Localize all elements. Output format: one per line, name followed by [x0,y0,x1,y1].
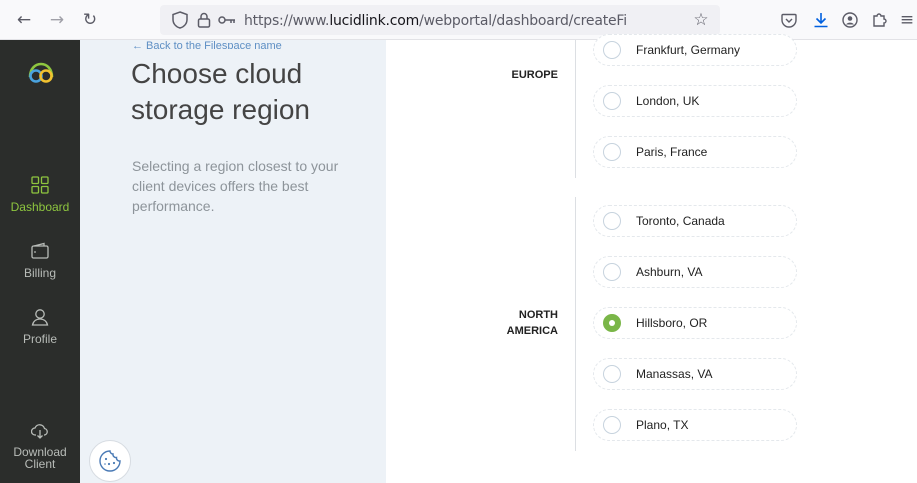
region-option-london[interactable]: London, UK [593,85,797,117]
region-option-plano[interactable]: Plano, TX [593,409,797,441]
radio-button[interactable] [603,263,621,281]
region-option-label: Plano, TX [636,418,689,432]
extensions-icon[interactable] [867,8,891,32]
app-sidebar: Dashboard Billing Profile Download Clien… [0,40,80,483]
radio-button[interactable] [603,416,621,434]
url-text[interactable]: https://www.lucidlink.com/webportal/dash… [244,13,626,29]
region-label-europe: EUROPE [511,69,558,81]
back-arrow-icon[interactable]: ← [12,8,36,32]
region-option-toronto[interactable]: Toronto, Canada [593,205,797,237]
page-description: Selecting a region closest to your clien… [132,158,339,214]
lucidlink-logo-icon [26,59,56,83]
back-to-filespace-name-link[interactable]: ← Back to the Filespace name [132,40,282,49]
region-option-hillsboro[interactable]: Hillsboro, OR [593,307,797,339]
sidebar-item-profile[interactable]: Profile [0,308,80,346]
sidebar-item-label: Profile [22,332,57,346]
cookie-settings-button[interactable] [89,440,131,482]
region-option-label: Hillsboro, OR [636,316,708,330]
sidebar-item-billing[interactable]: Billing [0,242,80,280]
shield-icon[interactable] [168,8,192,32]
region-divider [575,197,576,451]
region-label-north-america: NORTH AMERICA [506,309,558,337]
region-divider [575,40,576,178]
region-option-label: Frankfurt, Germany [636,43,741,57]
cookie-icon [99,450,121,472]
region-option-label: Toronto, Canada [636,214,725,228]
forward-arrow-icon[interactable]: → [45,8,69,32]
menu-icon[interactable]: ≡ [895,8,917,32]
sidebar-item-dashboard[interactable]: Dashboard [0,176,80,214]
region-option-label: Manassas, VA [636,367,713,381]
region-option-paris[interactable]: Paris, France [593,136,797,168]
sidebar-item-label: Dashboard [10,200,70,214]
user-icon [31,309,49,326]
info-panel: ← Back to the Filespace name Choose clou… [80,40,386,483]
region-option-label: Ashburn, VA [636,265,703,279]
sidebar-item-label: Billing [23,266,56,280]
region-option-frankfurt[interactable]: Frankfurt, Germany [593,34,797,66]
key-icon[interactable] [215,8,239,32]
radio-button[interactable] [603,365,621,383]
radio-button-selected[interactable] [603,314,621,332]
pocket-icon[interactable] [777,8,801,32]
radio-button[interactable] [603,143,621,161]
bookmark-star-icon[interactable]: ☆ [689,8,713,32]
region-option-label: London, UK [636,94,700,108]
page-title: Choose cloud storage region [131,58,311,125]
region-option-label: Paris, France [636,145,708,159]
grid-icon [31,176,49,194]
radio-button[interactable] [603,41,621,59]
radio-button[interactable] [603,92,621,110]
region-option-ashburn[interactable]: Ashburn, VA [593,256,797,288]
lock-icon[interactable] [192,8,216,32]
cloud-download-icon [31,424,48,439]
downloads-icon[interactable] [809,8,833,32]
radio-button[interactable] [603,212,621,230]
reload-icon[interactable]: ↻ [78,8,102,32]
region-option-manassas[interactable]: Manassas, VA [593,358,797,390]
wallet-icon [31,242,49,259]
account-icon[interactable] [838,8,862,32]
address-bar[interactable]: https://www.lucidlink.com/webportal/dash… [160,5,720,35]
sidebar-item-download-client[interactable]: Download Client [0,422,80,470]
sidebar-item-label: Download Client [13,445,67,471]
